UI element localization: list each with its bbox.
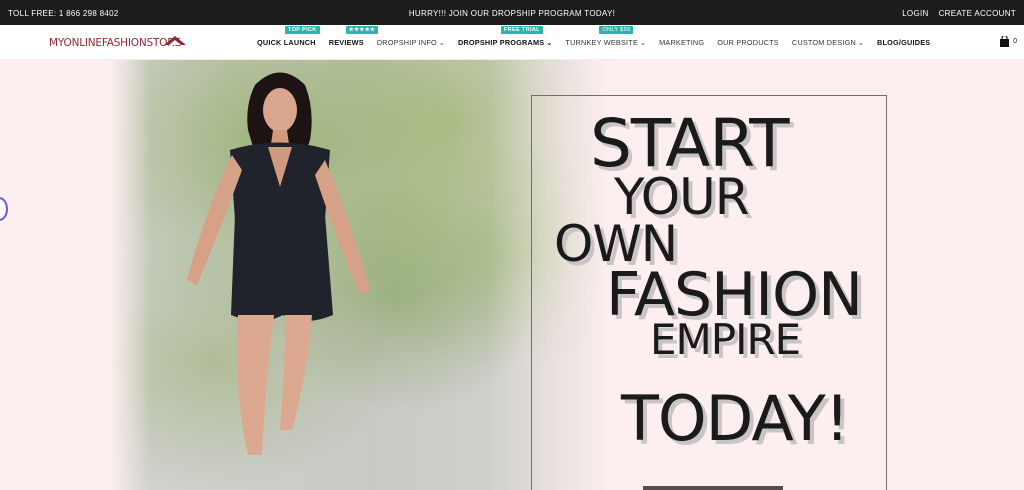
cta-button[interactable] [643,486,783,490]
nav-label: MARKETING [659,38,705,47]
chevron-down-icon: ⌄ [857,40,865,47]
model-photo [187,72,370,455]
cart-count: 0 [1013,38,1017,45]
nav-reviews[interactable]: ★★★★★ REVIEWS [328,25,379,60]
top-bar: TOLL FREE: 1 866 298 8402 HURRY!!! JOIN … [0,0,1024,25]
chevron-down-icon: ⌄ [640,40,647,47]
roof-icon [164,36,186,45]
nav-label: BLOG/GUIDES [877,38,931,47]
nav-blog-guides[interactable]: BLOG/GUIDES [877,25,930,60]
nav-custom-design[interactable]: CUSTOM DESIGN ⌄ [792,25,864,60]
nav-our-products[interactable]: OUR PRODUCTS [717,25,779,60]
nav-label: DROPSHIP INFO [376,38,437,47]
site-logo[interactable]: MYONLINEFASHIONSTORE [49,37,181,49]
headline-line-empire: EMPIRE [650,315,801,364]
nav-label: OUR PRODUCTS [717,38,779,47]
nav-label: DROPSHIP PROGRAMS [457,38,545,47]
account-links: LOGIN CREATE ACCOUNT [902,9,1016,18]
badge-only-99: ONLY $99 [599,26,634,34]
nav-label: CUSTOM DESIGN [791,38,856,47]
hero-banner[interactable]: START YOUR OWN FASHION EMPIRE TODAY! [0,60,1024,490]
cart-button[interactable]: 0 [999,36,1017,47]
badge-free-trial: FREE TRIAL [500,26,543,34]
nav-label: REVIEWS [328,38,364,47]
headline-line-today: TODAY! [621,382,850,455]
nav-dropship-programs[interactable]: FREE TRIAL DROPSHIP PROGRAMS ⌄ [458,25,552,60]
chevron-down-icon: ⌄ [438,40,445,47]
nav-quick-launch[interactable]: TOP PICK QUICK LAUNCH [257,25,320,60]
nav-turnkey-website[interactable]: ONLY $99 TURNKEY WEBSITE ⌄ [565,25,646,60]
shopping-bag-icon [1000,36,1010,47]
nav-label: TURNKEY WEBSITE [565,38,639,47]
main-nav: TOP PICK QUICK LAUNCH ★★★★★ REVIEWS DROP… [257,25,943,60]
nav-dropship-info[interactable]: DROPSHIP INFO ⌄ [377,25,445,60]
badge-stars: ★★★★★ [345,26,379,34]
nav-marketing[interactable]: MARKETING [659,25,704,60]
nav-label: QUICK LAUNCH [257,38,316,47]
create-account-link[interactable]: CREATE ACCOUNT [939,9,1016,18]
login-link[interactable]: LOGIN [902,9,928,18]
promo-banner[interactable]: HURRY!!! JOIN OUR DROPSHIP PROGRAM TODAY… [0,9,1024,18]
chevron-down-icon: ⌄ [546,40,553,47]
main-header: MYONLINEFASHIONSTORE TOP PICK QUICK LAUN… [0,25,1024,60]
badge-top-pick: TOP PICK [285,26,320,34]
